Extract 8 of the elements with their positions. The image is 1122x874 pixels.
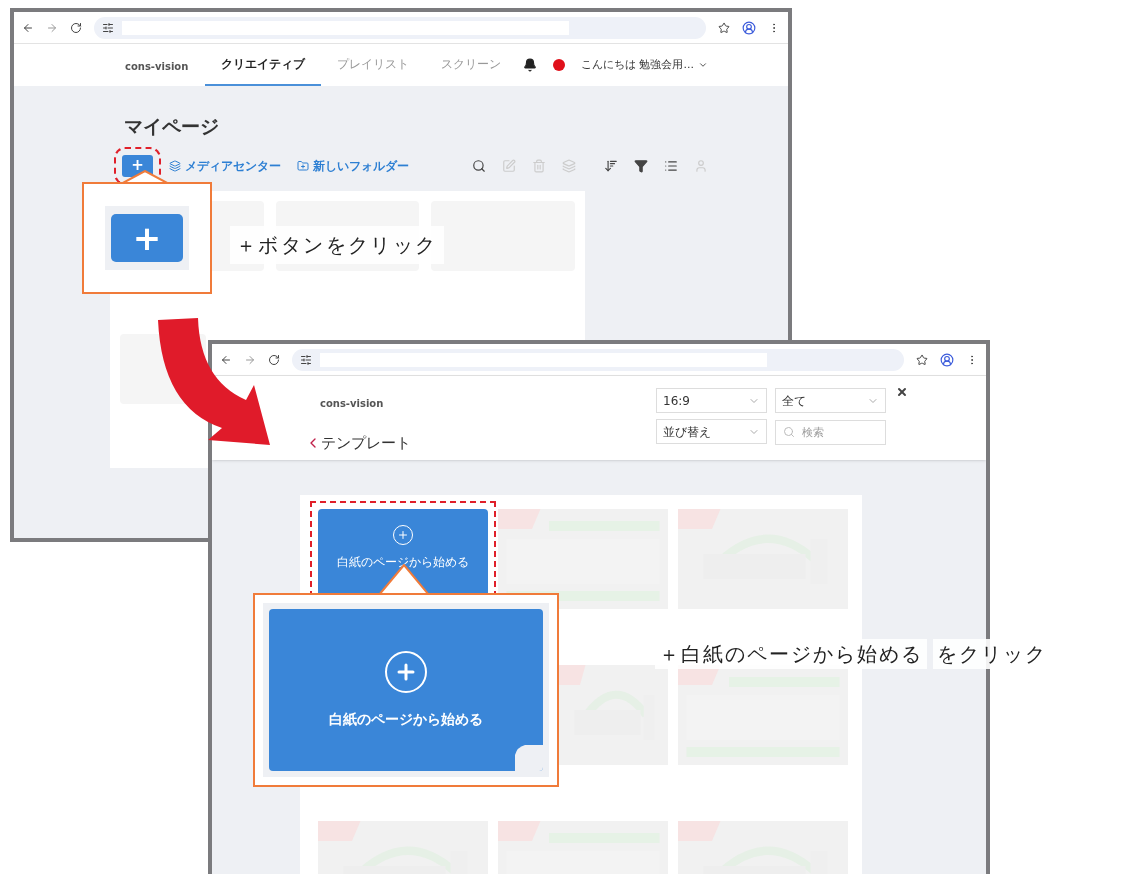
card-label: 白紙のページから始める: [337, 554, 469, 571]
card-label: 白紙のページから始める: [329, 709, 483, 729]
logo: cons-vision: [320, 398, 384, 409]
instruction-caption: ＋白紙のページから始める: [655, 639, 927, 669]
page-title: マイページ: [124, 114, 220, 139]
logo: cons-vision: [125, 61, 189, 72]
instruction-tooltip: ＋ボタンをクリック: [230, 226, 444, 264]
page-title: テンプレート: [321, 433, 411, 454]
